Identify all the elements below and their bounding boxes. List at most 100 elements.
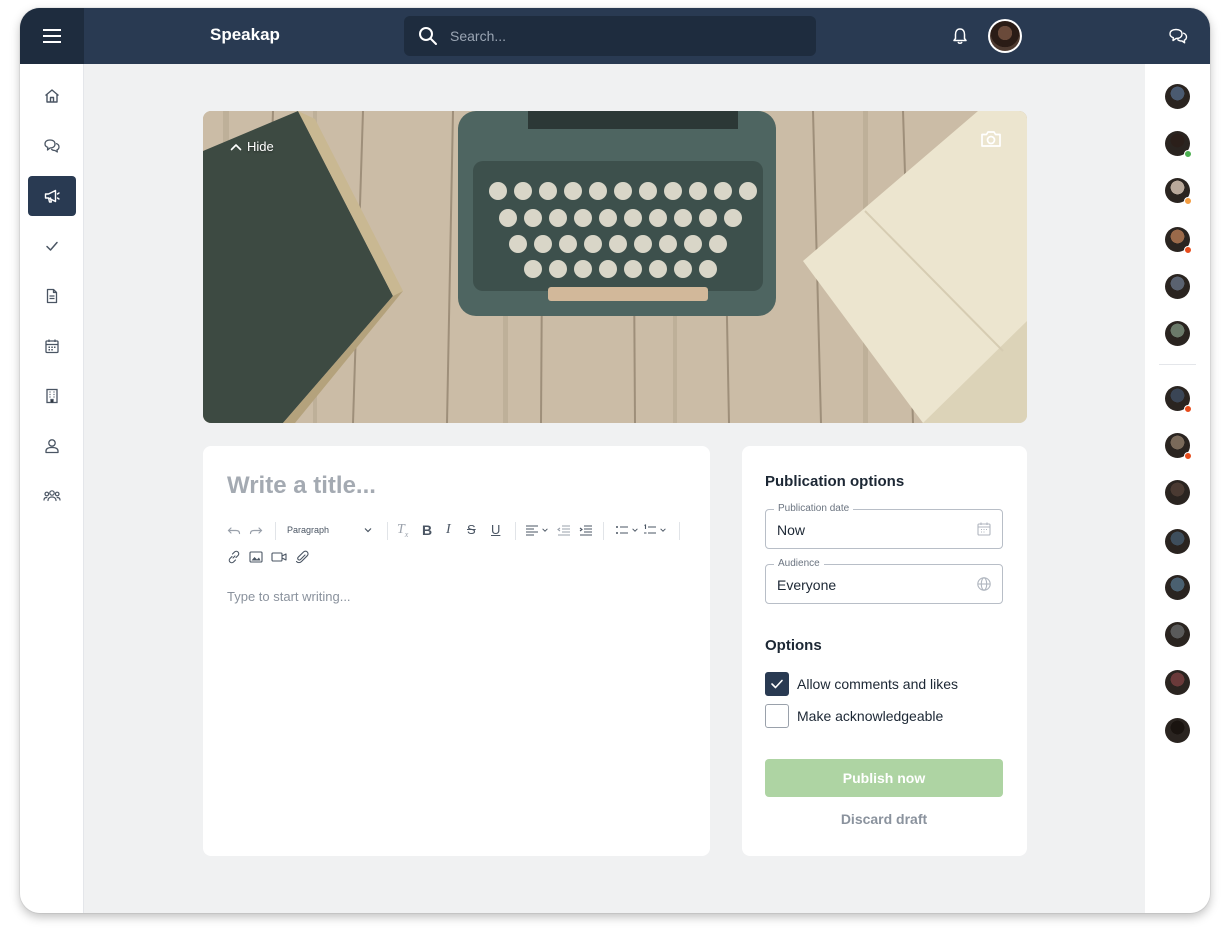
link-icon[interactable] bbox=[227, 550, 241, 564]
camera-icon[interactable] bbox=[979, 127, 1003, 151]
contacts-divider bbox=[1159, 364, 1196, 365]
indent-icon[interactable] bbox=[579, 524, 593, 536]
acknowledge-checkbox[interactable] bbox=[765, 704, 789, 728]
contact-avatar[interactable] bbox=[1165, 227, 1192, 254]
contact-avatar[interactable] bbox=[1165, 433, 1192, 460]
chevron-down-icon[interactable] bbox=[541, 526, 549, 534]
presence-status-dot bbox=[1184, 197, 1192, 205]
chevron-up-icon bbox=[230, 143, 242, 150]
contact-avatar[interactable] bbox=[1165, 274, 1190, 299]
contact-avatar[interactable] bbox=[1165, 84, 1190, 109]
user-icon bbox=[45, 439, 59, 454]
bullet-list-icon[interactable] bbox=[615, 524, 629, 536]
sidebar-item-news[interactable] bbox=[28, 176, 76, 216]
left-sidebar bbox=[20, 64, 84, 913]
group-icon bbox=[43, 490, 61, 502]
formatting-toolbar: Paragraph Tx B I S U bbox=[227, 522, 691, 582]
underline-icon[interactable]: U bbox=[491, 522, 500, 537]
clear-format-icon[interactable]: Tx bbox=[397, 522, 408, 539]
sidebar-item-events[interactable] bbox=[28, 326, 76, 366]
redo-icon[interactable] bbox=[249, 523, 263, 537]
presence-status-dot bbox=[1184, 150, 1192, 158]
typewriter-photo bbox=[203, 111, 1027, 423]
top-bar: Speakap Search... bbox=[20, 8, 1145, 64]
building-icon bbox=[46, 388, 58, 404]
chat-toggle-button[interactable] bbox=[1145, 8, 1210, 64]
allow-comments-label: Allow comments and likes bbox=[797, 676, 959, 692]
body-input[interactable]: Type to start writing... bbox=[227, 589, 351, 604]
undo-icon[interactable] bbox=[227, 523, 241, 537]
numbered-list-icon[interactable] bbox=[643, 524, 657, 536]
presence-status-dot bbox=[1184, 246, 1192, 254]
contact-avatar[interactable] bbox=[1165, 670, 1190, 695]
publication-date-field[interactable]: Publication date Now bbox=[765, 503, 1003, 549]
contacts-rail bbox=[1145, 8, 1210, 913]
bell-icon[interactable] bbox=[950, 26, 970, 46]
contact-avatar[interactable] bbox=[1165, 718, 1190, 743]
acknowledge-option[interactable]: Make acknowledgeable bbox=[765, 704, 943, 728]
calendar-icon bbox=[45, 339, 59, 354]
sidebar-item-tasks[interactable] bbox=[28, 226, 76, 266]
allow-comments-checkbox[interactable] bbox=[765, 672, 789, 696]
contact-avatar[interactable] bbox=[1165, 386, 1192, 413]
contact-avatar[interactable] bbox=[1165, 529, 1190, 554]
chevron-down-icon[interactable] bbox=[659, 526, 667, 534]
publication-date-label: Publication date bbox=[774, 503, 854, 514]
globe-icon bbox=[977, 577, 991, 591]
title-input[interactable]: Write a title... bbox=[227, 472, 376, 500]
home-icon bbox=[45, 89, 59, 103]
menu-button[interactable] bbox=[20, 8, 84, 64]
audience-field[interactable]: Audience Everyone bbox=[765, 558, 1003, 604]
presence-status-dot bbox=[1184, 452, 1192, 460]
contact-avatar[interactable] bbox=[1165, 480, 1190, 505]
sidebar-item-organization[interactable] bbox=[28, 376, 76, 416]
options-title: Options bbox=[765, 637, 822, 654]
hide-label: Hide bbox=[247, 139, 274, 154]
outdent-icon[interactable] bbox=[557, 524, 571, 536]
post-editor: Write a title... Paragraph Tx B I S U Ty… bbox=[203, 446, 710, 856]
brand-name[interactable]: Speakap bbox=[210, 25, 280, 45]
search-placeholder: Search... bbox=[450, 28, 507, 44]
sidebar-item-documents[interactable] bbox=[28, 276, 76, 316]
cover-image: Hide bbox=[203, 111, 1027, 423]
attachment-icon[interactable] bbox=[295, 550, 309, 564]
check-icon bbox=[46, 241, 58, 251]
audience-label: Audience bbox=[774, 558, 824, 569]
image-icon[interactable] bbox=[249, 550, 263, 564]
hide-cover-button[interactable]: Hide bbox=[229, 139, 274, 154]
contact-avatar[interactable] bbox=[1165, 321, 1190, 346]
contact-avatar[interactable] bbox=[1165, 575, 1190, 600]
search-input[interactable]: Search... bbox=[404, 16, 816, 56]
contact-avatar[interactable] bbox=[1165, 178, 1192, 205]
discard-draft-button[interactable]: Discard draft bbox=[765, 811, 1003, 827]
sidebar-item-conversations[interactable] bbox=[28, 126, 76, 166]
sidebar-item-groups[interactable] bbox=[28, 476, 76, 516]
publish-button[interactable]: Publish now bbox=[765, 759, 1003, 797]
sidebar-item-profile[interactable] bbox=[28, 426, 76, 466]
align-left-icon[interactable] bbox=[525, 524, 539, 536]
hamburger-icon bbox=[43, 29, 61, 43]
contact-avatar[interactable] bbox=[1165, 622, 1190, 647]
italic-icon[interactable]: I bbox=[446, 522, 451, 538]
user-avatar[interactable] bbox=[988, 19, 1022, 53]
contact-avatar[interactable] bbox=[1165, 131, 1192, 158]
sidebar-item-home[interactable] bbox=[28, 76, 76, 116]
checkmark-icon bbox=[771, 679, 783, 689]
search-icon bbox=[419, 27, 437, 45]
chevron-down-icon[interactable] bbox=[363, 525, 373, 535]
megaphone-icon bbox=[44, 189, 60, 203]
presence-status-dot bbox=[1184, 405, 1192, 413]
chat-icon bbox=[44, 139, 60, 153]
app-window: Speakap Search... Hide Write a title... … bbox=[20, 8, 1210, 913]
chevron-down-icon[interactable] bbox=[631, 526, 639, 534]
publication-options-title: Publication options bbox=[765, 473, 905, 490]
bold-icon[interactable]: B bbox=[422, 522, 432, 538]
paragraph-style-select[interactable]: Paragraph bbox=[287, 525, 329, 535]
strikethrough-icon[interactable]: S bbox=[467, 522, 476, 537]
publication-options-panel: Publication options Publication date Now… bbox=[742, 446, 1027, 856]
calendar-icon bbox=[977, 522, 991, 536]
video-icon[interactable] bbox=[271, 550, 287, 564]
audience-value: Everyone bbox=[777, 577, 837, 593]
chat-icon bbox=[1168, 28, 1187, 44]
allow-comments-option[interactable]: Allow comments and likes bbox=[765, 672, 958, 696]
